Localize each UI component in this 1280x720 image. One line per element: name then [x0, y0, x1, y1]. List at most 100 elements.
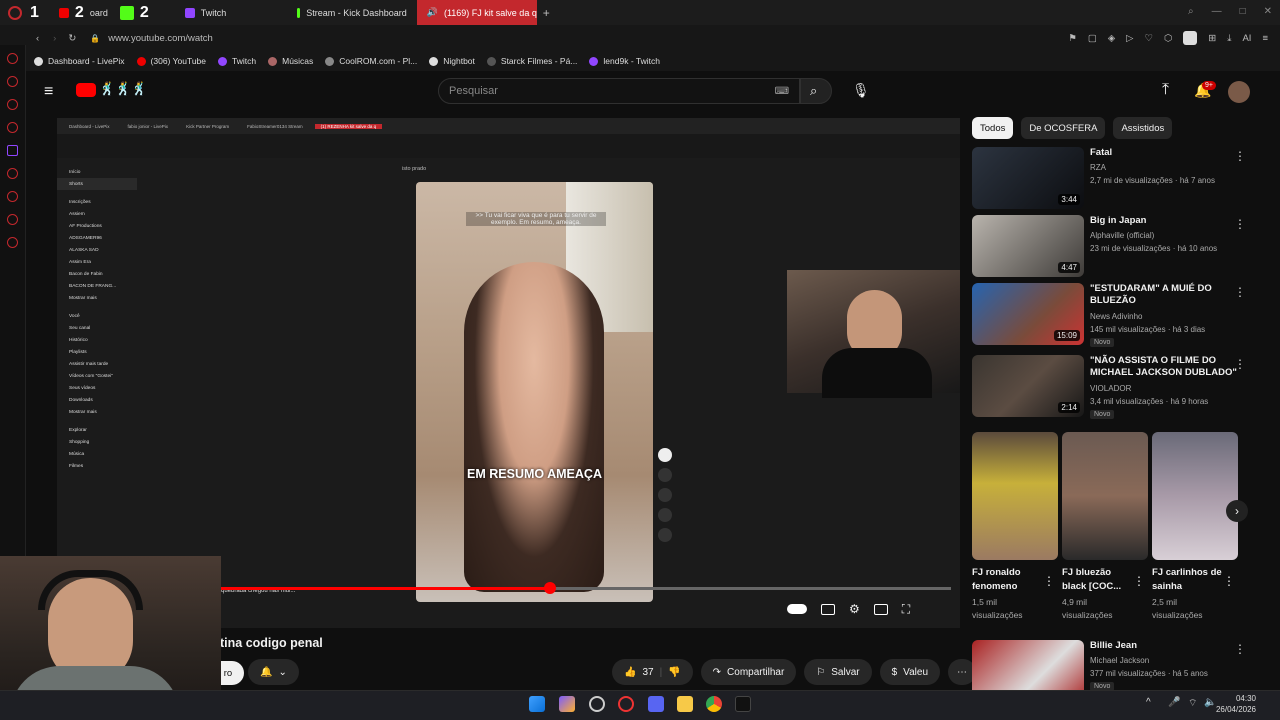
history-icon[interactable] [7, 191, 18, 202]
chrome-icon[interactable] [706, 696, 722, 712]
tab-youtube-active[interactable]: 🔊 (1169) FJ kit salve da q [416, 0, 537, 25]
player-icon[interactable] [7, 168, 18, 179]
miniplayer-icon[interactable] [873, 603, 888, 615]
like-icon[interactable] [658, 448, 672, 462]
settings-gear-icon[interactable]: ⚙ [849, 602, 860, 616]
more-vert-icon[interactable]: ⋮ [1234, 642, 1246, 656]
short-item[interactable]: FJ carlinhos de sainha 2,5 mil visualiza… [1152, 432, 1238, 622]
share-button[interactable]: ↷ Compartilhar [700, 659, 797, 685]
aria-icon[interactable] [7, 53, 18, 64]
youtube-logo-icon[interactable] [76, 83, 96, 97]
video-thumbnail[interactable]: 3:44 [972, 147, 1084, 209]
short-item[interactable]: FJ bluezão black [COC... 4,9 mil visuali… [1062, 432, 1148, 622]
subtitles-icon[interactable] [821, 603, 835, 615]
comment-icon[interactable] [658, 488, 672, 502]
create-icon[interactable]: ⤒ [1162, 81, 1169, 99]
dislike-icon[interactable] [658, 468, 672, 482]
like-button[interactable]: 👍 37 | 👎 [612, 659, 693, 685]
tab-pinned-2[interactable]: 2 oard [41, 0, 112, 25]
url-field[interactable]: www.youtube.com/watch [108, 33, 213, 44]
bookmark-item[interactable]: CoolROM.com - Pl... [325, 56, 417, 66]
bookmark-icon[interactable]: ⚑ [1068, 33, 1077, 44]
avatar[interactable] [1228, 81, 1250, 103]
list-item[interactable]: 4:47 Big in Japan Alphaville (official) … [972, 215, 1272, 279]
short-thumbnail[interactable] [1062, 432, 1148, 560]
video-player[interactable]: Dashboard - LivePix fabio jonior - LiveP… [57, 118, 960, 628]
reload-icon[interactable]: ↻ [68, 33, 76, 44]
capture-icon[interactable]: ▢ [1088, 33, 1097, 44]
more-vert-icon[interactable]: ⋮ [1234, 149, 1246, 163]
video-thumbnail[interactable]: 15:09 [972, 283, 1084, 345]
wifi-icon[interactable]: ⌔ [1188, 697, 1197, 710]
more-vert-icon[interactable]: ⋮ [1234, 357, 1246, 371]
ai-button[interactable]: AI [1242, 33, 1251, 44]
opera-taskbar-icon[interactable] [618, 696, 634, 712]
bookmark-item[interactable]: lend9k - Twitch [589, 56, 660, 66]
profile-icon[interactable] [1183, 31, 1198, 45]
bookmark-item[interactable]: Nightbot [429, 56, 475, 66]
more-vert-icon[interactable]: ⋮ [1223, 574, 1235, 588]
bookmark-item[interactable]: Músicas [268, 56, 313, 66]
chip-all[interactable]: Todos [972, 117, 1014, 139]
search-input[interactable]: Pesquisar ⌨ [438, 78, 800, 104]
fullscreen-icon[interactable]: ⛶ [902, 602, 910, 617]
keyboard-icon[interactable]: ⌨ [775, 86, 789, 97]
settings-icon[interactable] [7, 237, 18, 248]
bookmark-item[interactable]: (306) YouTube [136, 56, 206, 66]
snapshot-icon[interactable]: ⊞ [1208, 33, 1216, 44]
download-icon[interactable]: ⤓ [1227, 33, 1231, 44]
discord-icon[interactable] [648, 696, 664, 712]
forward-icon[interactable]: › [53, 33, 56, 44]
tab-kick[interactable]: 2 [112, 0, 157, 25]
voice-search-icon[interactable]: 🎙 [852, 82, 870, 99]
opera-logo-icon[interactable] [8, 5, 22, 20]
bookmark-item[interactable]: Twitch [218, 56, 256, 66]
more-vert-icon[interactable]: ⋮ [1234, 217, 1246, 231]
notify-button[interactable]: 🔔 ⌄ [248, 659, 299, 685]
tab-twitch[interactable]: Twitch [157, 0, 287, 25]
more-vert-icon[interactable]: ⋮ [1133, 574, 1145, 588]
search-tabs-icon[interactable]: ⌕ [1188, 6, 1194, 17]
minimize-icon[interactable]: — [1212, 6, 1222, 17]
short-thumbnail[interactable] [972, 432, 1058, 560]
shield-icon[interactable]: ◈ [1108, 33, 1115, 44]
instagram-icon[interactable] [7, 122, 18, 133]
thanks-button[interactable]: $ Valeu [879, 659, 941, 685]
thumbs-down-icon[interactable]: 👎 [668, 667, 680, 678]
close-icon[interactable]: ✕ [1264, 6, 1272, 17]
progress-knob[interactable] [544, 582, 556, 594]
tray-chevron-icon[interactable]: ^ [1146, 697, 1151, 708]
menu-icon[interactable]: ≡ [1262, 33, 1268, 44]
system-clock[interactable]: 04:30 26/04/2026 [1216, 693, 1256, 715]
tab-kick-dashboard[interactable]: Stream - Kick Dashboard [287, 0, 417, 25]
copilot-icon[interactable] [559, 696, 575, 712]
shorts-next-button[interactable]: › [1226, 500, 1248, 522]
list-item[interactable]: 2:14 "NÃO ASSISTA O FILME DO MICHAEL JAC… [972, 355, 1272, 419]
chip-watched[interactable]: Assistidos [1113, 117, 1173, 139]
short-item[interactable]: FJ ronaldo fenomeno 1,5 mil visualizaçõe… [972, 432, 1058, 622]
maximize-icon[interactable]: □ [1240, 6, 1246, 17]
whatsapp-icon[interactable] [7, 99, 18, 110]
pinboard-icon[interactable] [7, 214, 18, 225]
new-tab-button[interactable]: + [543, 6, 550, 20]
play-icon[interactable]: ▷ [1126, 33, 1133, 44]
windows-start-icon[interactable] [529, 696, 545, 712]
extensions-icon[interactable]: ⬡ [1164, 33, 1172, 44]
search-button[interactable]: ⌕ [800, 78, 832, 104]
tab-pinned-1[interactable]: 1 [28, 0, 41, 25]
save-button[interactable]: ⚐ Salvar [804, 659, 872, 685]
list-item[interactable]: 15:09 "ESTUDARAM" A MUIÉ DO BLUEZÃO News… [972, 283, 1272, 347]
volume-icon[interactable]: 🔈 [1204, 697, 1216, 708]
mic-tray-icon[interactable]: 🎤 [1168, 697, 1180, 708]
terminal-icon[interactable] [735, 696, 751, 712]
chip-channel[interactable]: De OCOSFERA [1021, 117, 1106, 139]
twitch-sidebar-icon[interactable] [7, 145, 18, 156]
video-thumbnail[interactable]: 2:14 [972, 355, 1084, 417]
remix-icon[interactable] [658, 528, 672, 542]
list-item[interactable]: 3:44 Fatal RZA 2,7 mi de visualizações ·… [972, 147, 1272, 211]
autoplay-toggle[interactable] [787, 604, 807, 614]
more-vert-icon[interactable]: ⋮ [1234, 285, 1246, 299]
share-icon[interactable] [658, 508, 672, 522]
messenger-icon[interactable] [7, 76, 18, 87]
short-thumbnail[interactable] [1152, 432, 1238, 560]
